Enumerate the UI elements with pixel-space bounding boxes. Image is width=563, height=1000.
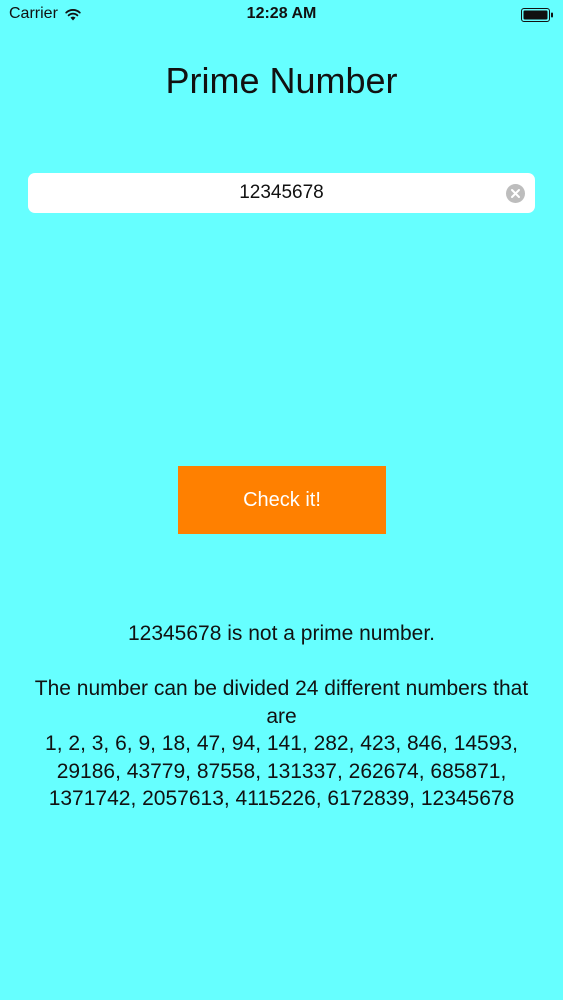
result-spacer xyxy=(20,648,543,676)
result-detail-intro: The number can be divided 24 different n… xyxy=(34,677,529,728)
status-bar: Carrier 12:28 AM xyxy=(0,0,563,30)
status-time: 12:28 AM xyxy=(246,5,317,22)
result-text: 12345678 is not a prime number. The numb… xyxy=(20,620,543,813)
battery-icon xyxy=(521,8,553,22)
page-title: Prime Number xyxy=(165,60,398,101)
result-divisors: 1, 2, 3, 6, 9, 18, 47, 94, 141, 282, 423… xyxy=(45,732,518,810)
clear-icon[interactable] xyxy=(506,184,525,203)
check-it-button[interactable]: Check it! xyxy=(178,466,386,534)
number-input-container[interactable] xyxy=(28,173,535,213)
result-headline: 12345678 is not a prime number. xyxy=(127,622,436,645)
number-input[interactable] xyxy=(28,173,535,213)
